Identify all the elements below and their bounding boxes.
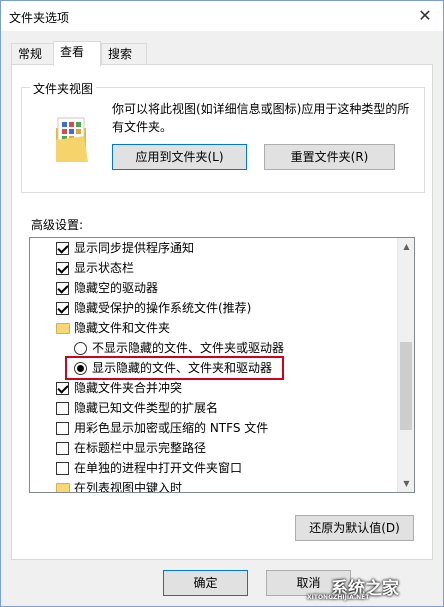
- tab-view[interactable]: 查看: [53, 41, 101, 66]
- advanced-settings-label: 高级设置:: [31, 218, 84, 232]
- list-item-label: 用彩色显示加密或压缩的 NTFS 文件: [74, 421, 269, 435]
- tab-label: 查看: [60, 45, 85, 59]
- apply-to-folders-button[interactable]: 应用到文件夹(L): [112, 144, 247, 170]
- folder-icon: [56, 323, 70, 334]
- restore-defaults-button[interactable]: 还原为默认值(D): [295, 515, 414, 541]
- restore-defaults-label: 还原为默认值(D): [309, 521, 400, 535]
- list-item[interactable]: 隐藏空的驱动器: [30, 278, 398, 298]
- checkbox[interactable]: [56, 462, 69, 475]
- reset-folders-button[interactable]: 重置文件夹(R): [264, 144, 395, 170]
- list-item-label: 隐藏文件夹合并冲突: [74, 381, 183, 395]
- ok-button[interactable]: 确定: [163, 570, 248, 596]
- folder-view-icon: [56, 117, 88, 162]
- list-item[interactable]: 不显示隐藏的文件、文件夹或驱动器: [30, 338, 398, 358]
- checkbox[interactable]: [56, 442, 69, 455]
- folder-views-group: 文件夹视图 你可以将此视图(如详细信息或图标)应用于这种类型的所有文件夹。: [21, 80, 425, 193]
- scroll-down-icon[interactable]: ▼: [398, 475, 414, 492]
- close-icon[interactable]: ✕: [415, 6, 435, 26]
- radio-button[interactable]: [74, 342, 87, 355]
- checkbox[interactable]: [56, 242, 69, 255]
- list-item[interactable]: 显示同步提供程序通知: [30, 238, 398, 258]
- list-item[interactable]: 在单独的进程中打开文件夹窗口: [30, 458, 398, 478]
- checkbox[interactable]: [56, 282, 69, 295]
- scroll-up-icon[interactable]: ▲: [398, 238, 414, 255]
- list-item[interactable]: 用彩色显示加密或压缩的 NTFS 文件: [30, 418, 398, 438]
- tab-search[interactable]: 搜索: [101, 43, 147, 65]
- apply-to-folders-label: 应用到文件夹(L): [135, 150, 224, 164]
- tab-general[interactable]: 常规: [11, 43, 55, 65]
- list-item-label: 显示状态栏: [74, 261, 135, 275]
- checkbox[interactable]: [56, 402, 69, 415]
- annotation-highlight-box: [65, 356, 284, 380]
- list-item[interactable]: 显示状态栏: [30, 258, 398, 278]
- checkbox[interactable]: [56, 262, 69, 275]
- list-item-label: 在单独的进程中打开文件夹窗口: [74, 461, 243, 475]
- folder-views-description: 你可以将此视图(如详细信息或图标)应用于这种类型的所有文件夹。: [112, 102, 410, 134]
- list-item: 在列表视图中键入时: [30, 478, 398, 493]
- title-bar: 文件夹选项 ✕: [1, 1, 443, 31]
- list-item-label: 隐藏已知文件类型的扩展名: [74, 401, 219, 415]
- folder-icon: [56, 483, 70, 492]
- folder-options-dialog: 文件夹选项 ✕ 常规 查看 搜索 文件夹视图 你可以将此视图(如详细信息或图标)…: [0, 0, 444, 607]
- checkbox[interactable]: [56, 422, 69, 435]
- checkbox[interactable]: [56, 382, 69, 395]
- list-item-label: 隐藏空的驱动器: [74, 281, 159, 295]
- checkbox[interactable]: [56, 302, 69, 315]
- list-item[interactable]: 隐藏受保护的操作系统文件(推荐): [30, 298, 398, 318]
- list-item-label: 不显示隐藏的文件、文件夹或驱动器: [92, 341, 285, 355]
- reset-folders-label: 重置文件夹(R): [290, 150, 369, 164]
- watermark-subtext: XITONGZHIJIA.NET: [307, 594, 370, 601]
- list-item[interactable]: 隐藏已知文件类型的扩展名: [30, 398, 398, 418]
- list-item[interactable]: 隐藏文件夹合并冲突: [30, 378, 398, 398]
- folder-views-legend: 文件夹视图: [30, 80, 97, 97]
- list-item-label: 隐藏文件和文件夹: [74, 321, 171, 335]
- vertical-scrollbar[interactable]: ▲ ▼: [397, 238, 414, 492]
- list-item[interactable]: 在标题栏中显示完整路径: [30, 438, 398, 458]
- scroll-thumb[interactable]: [400, 342, 412, 430]
- list-item-label: 隐藏受保护的操作系统文件(推荐): [74, 301, 252, 315]
- tab-label: 常规: [18, 47, 43, 61]
- ok-label: 确定: [193, 576, 218, 590]
- site-watermark-logo: 系统之家 XITONGZHIJIA.NET: [287, 574, 437, 604]
- list-item-label: 显示同步提供程序通知: [74, 241, 195, 255]
- tab-label: 搜索: [108, 47, 133, 61]
- list-item-label: 在列表视图中键入时: [74, 481, 183, 493]
- window-title: 文件夹选项: [9, 11, 70, 25]
- list-item-label: 在标题栏中显示完整路径: [74, 441, 207, 455]
- list-item: 隐藏文件和文件夹: [30, 318, 398, 338]
